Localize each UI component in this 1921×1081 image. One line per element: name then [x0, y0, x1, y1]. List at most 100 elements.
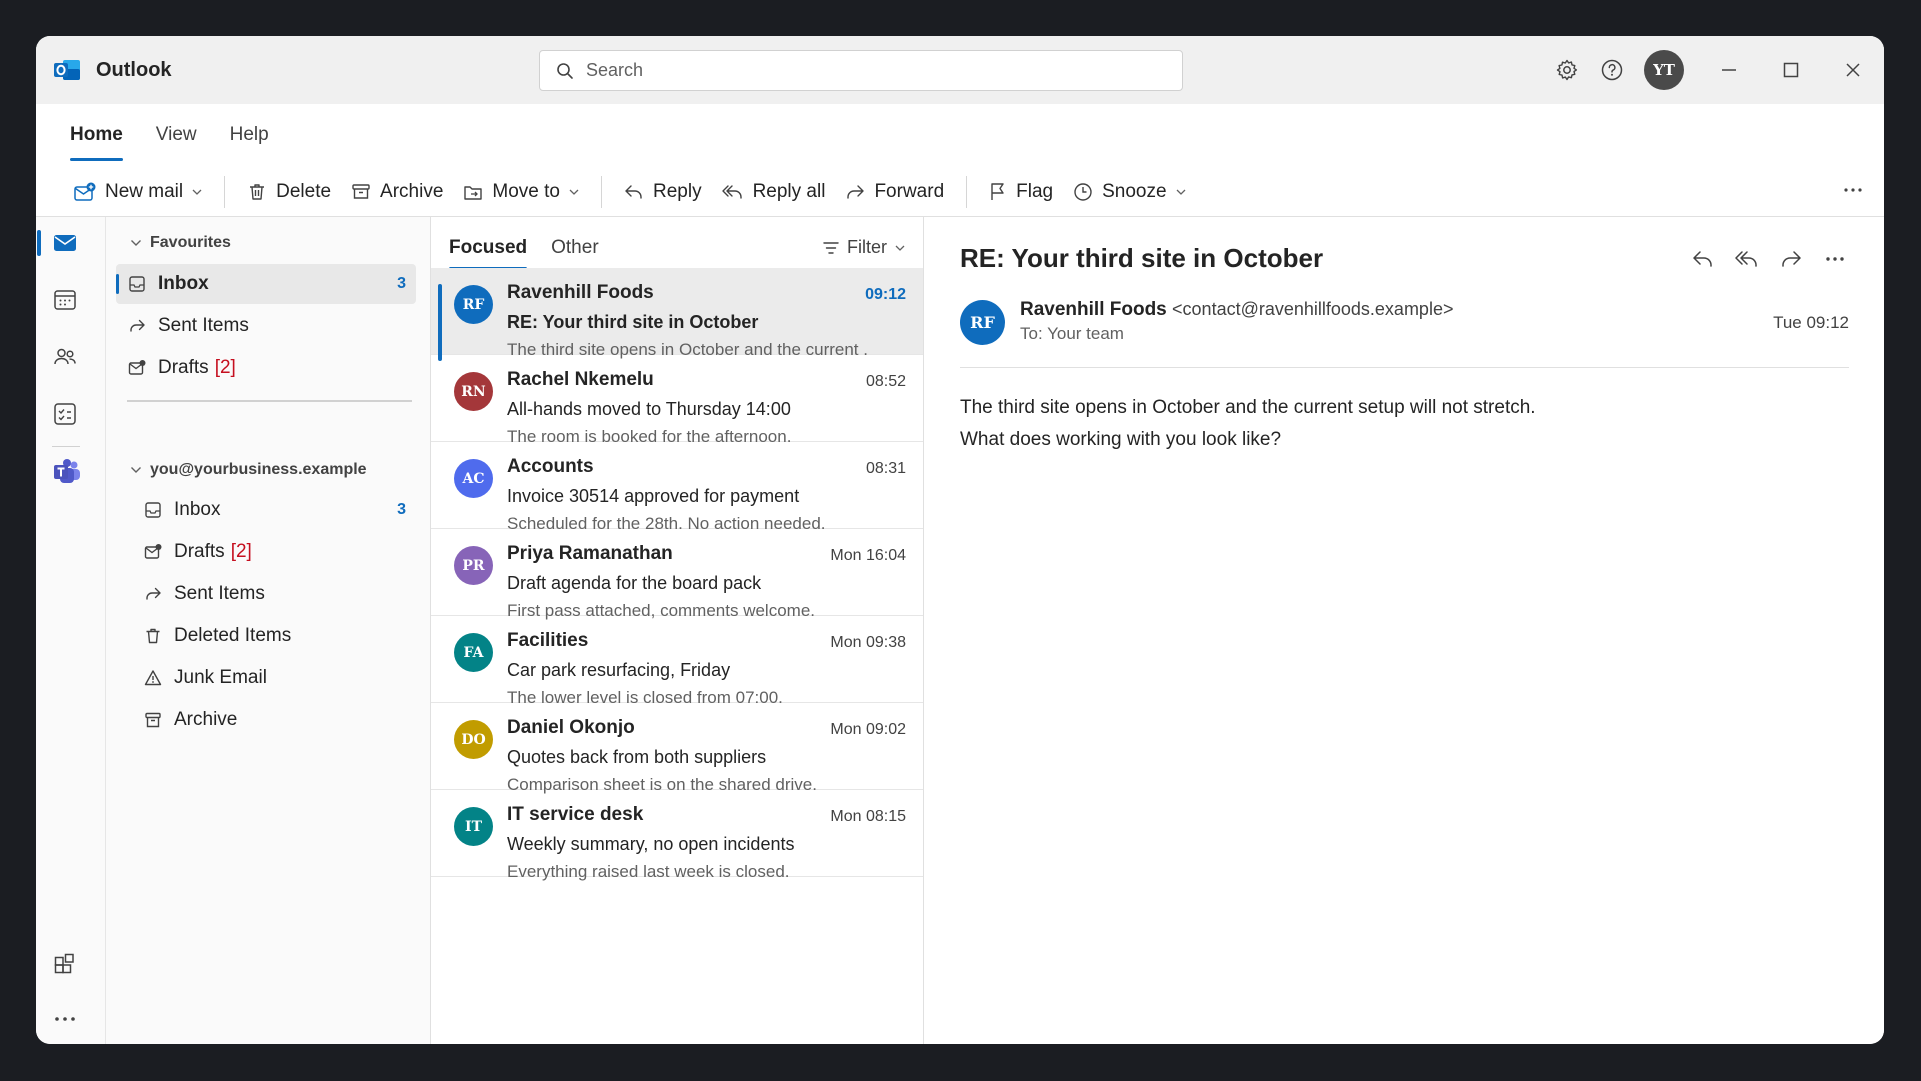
more-apps-icon[interactable] [52, 1006, 78, 1032]
tab-home[interactable]: Home [70, 118, 123, 164]
folder-archive[interactable]: Archive [116, 700, 416, 740]
filter-icon [823, 241, 839, 254]
folder-inbox[interactable]: Inbox 3 [116, 490, 416, 530]
forward-button[interactable] [1778, 247, 1804, 271]
rail-active-indicator [37, 230, 41, 256]
tasks-icon[interactable] [52, 401, 78, 427]
move-to-label: Move to [492, 181, 560, 202]
filter-label: Filter [847, 237, 887, 257]
flag-button[interactable]: Flag [979, 174, 1063, 210]
move-to-button[interactable]: Move to [453, 174, 589, 210]
folder-group-divider [127, 400, 412, 402]
message-time: 08:31 [865, 460, 906, 477]
sender-avatar: AC [454, 459, 493, 498]
people-icon[interactable] [52, 344, 78, 370]
sender-name[interactable]: Ravenhill Foods [1020, 299, 1167, 320]
filter-button[interactable]: Filter [823, 237, 905, 258]
reply-all-label: Reply all [752, 181, 826, 202]
maximize-icon[interactable] [1779, 58, 1803, 82]
archive-button[interactable]: Archive [341, 174, 453, 210]
archive-icon [352, 184, 370, 199]
message-list: Focused Other Filter RF Ravenhill Foods 09… [431, 217, 924, 1044]
message-item[interactable]: DO Daniel Okonjo Mon 09:02 Quotes back from… [431, 703, 923, 794]
more-actions-button[interactable] [1822, 247, 1848, 271]
message-item[interactable]: FA Facilities Mon 09:38 Car park resurfacin… [431, 616, 923, 707]
minimize-icon[interactable] [1717, 58, 1741, 82]
message-time: Mon 09:38 [830, 634, 906, 651]
settings-gear-icon[interactable] [1555, 58, 1579, 82]
more-options-icon[interactable] [1842, 180, 1864, 200]
favourites-label: Favourites [150, 234, 231, 251]
message-sender: Accounts [507, 456, 594, 477]
email-time: Tue 09:12 [1773, 313, 1849, 332]
tab-view[interactable]: View [156, 118, 197, 164]
sender-avatar: PR [454, 546, 493, 585]
search-input[interactable]: Search [539, 50, 1183, 91]
folder-label: Junk Email [174, 667, 267, 688]
folder-junk-email[interactable]: Junk Email [116, 658, 416, 698]
sender-avatar: FA [454, 633, 493, 672]
reading-actions [1672, 247, 1848, 271]
folder-label: Inbox [158, 273, 209, 294]
new-mail-icon [74, 182, 96, 201]
message-item[interactable]: PR Priya Ramanathan Mon 16:04 Draft agenda … [431, 529, 923, 620]
message-subject: Car park resurfacing, Friday [507, 660, 731, 680]
teams-icon[interactable] [52, 457, 82, 487]
message-subject: RE: Your third site in October [507, 312, 759, 332]
message-subject: Invoice 30514 approved for payment [507, 486, 800, 506]
ribbon-toolbar: New mail Delete Archive Move to Reply Re… [64, 170, 1884, 214]
inbox-icon [129, 276, 145, 292]
folder-label: Drafts [174, 541, 225, 562]
chevron-down-icon [895, 245, 905, 251]
reply-button[interactable]: Reply [614, 174, 712, 210]
message-sender: IT service desk [507, 804, 644, 825]
favourites-header[interactable]: Favourites [130, 234, 231, 252]
user-avatar[interactable]: YT [1644, 50, 1684, 90]
snooze-button[interactable]: Snooze [1063, 174, 1195, 210]
folder-deleted-items[interactable]: Deleted Items [116, 616, 416, 656]
chevron-down-icon [569, 189, 579, 195]
tab-help[interactable]: Help [230, 118, 269, 164]
account-header[interactable]: you@yourbusiness.example [130, 461, 367, 479]
forward-button[interactable]: Forward [835, 174, 954, 210]
reply-all-button[interactable] [1734, 247, 1760, 271]
folder-sent-items[interactable]: Sent Items [116, 574, 416, 614]
message-item[interactable]: IT IT service desk Mon 08:15 Weekly summary… [431, 790, 923, 881]
chevron-down-icon [1176, 189, 1186, 195]
chevron-down-icon [131, 467, 141, 473]
help-icon[interactable] [1600, 58, 1624, 82]
folder-drafts-favourite[interactable]: Drafts [2] [116, 348, 416, 388]
message-sender: Priya Ramanathan [507, 543, 673, 564]
archive-label: Archive [380, 181, 444, 202]
reply-icon [625, 185, 642, 199]
new-mail-button[interactable]: New mail [64, 174, 212, 210]
inbox-tabs: Focused Other [449, 237, 623, 270]
sender-line: Ravenhill Foods <contact@ravenhillfoods.… [1020, 299, 1453, 321]
message-item[interactable]: RF Ravenhill Foods 09:12 RE: Your third sit… [431, 268, 923, 361]
folder-sent-items-favourite[interactable]: Sent Items [116, 306, 416, 346]
outlook-logo-icon [54, 60, 80, 80]
tab-focused[interactable]: Focused [449, 237, 528, 270]
draft-count: [2] [214, 357, 236, 378]
reply-all-button[interactable]: Reply all [712, 174, 836, 210]
outlook-window: Outlook Search YT Home View Help New mai… [36, 36, 1884, 1044]
message-sender: Daniel Okonjo [507, 717, 635, 738]
delete-button[interactable]: Delete [237, 174, 341, 210]
folder-drafts[interactable]: Drafts [2] [116, 532, 416, 572]
mail-icon[interactable] [52, 230, 78, 256]
message-item[interactable]: AC Accounts 08:31 Invoice 30514 approved fo… [431, 442, 923, 533]
close-icon[interactable] [1841, 58, 1865, 82]
tab-other[interactable]: Other [551, 237, 599, 259]
calendar-icon[interactable] [52, 287, 78, 313]
message-item[interactable]: RN Rachel Nkemelu 08:52 All-hands moved to … [431, 355, 923, 446]
toolbar-divider [601, 176, 602, 208]
reply-button[interactable] [1690, 247, 1716, 271]
flag-icon [991, 183, 1004, 200]
folder-label: Deleted Items [174, 625, 292, 646]
reply-all-icon [721, 185, 742, 199]
sender-avatar: RN [454, 372, 493, 411]
sender-avatar: IT [454, 807, 493, 846]
toolbar-divider [224, 176, 226, 208]
folder-inbox-favourite[interactable]: Inbox 3 [116, 264, 416, 304]
apps-icon[interactable] [52, 951, 78, 977]
